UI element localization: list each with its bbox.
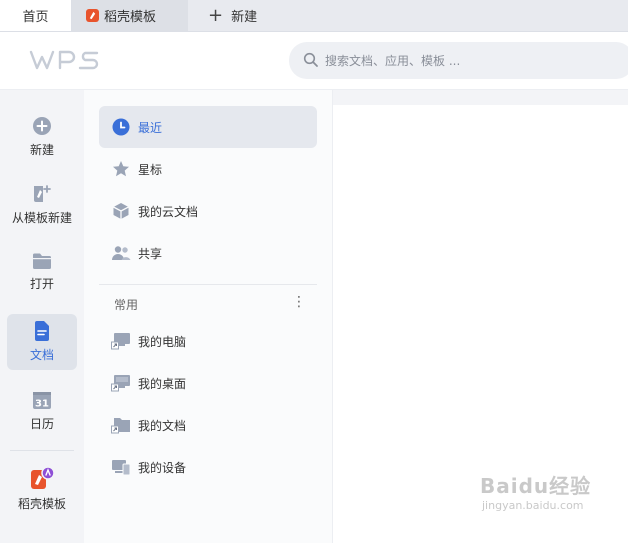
nav-item-my-devices[interactable]: 我的设备 <box>99 446 317 488</box>
template-new-icon <box>34 185 51 202</box>
wps-logo <box>29 49 101 75</box>
plus-circle-icon <box>33 117 51 135</box>
daoke-template-icon <box>31 466 55 489</box>
tab-home-label: 首页 <box>22 10 49 25</box>
cloud-box-icon <box>113 203 129 219</box>
nav-panel: 最近 星标 我的云文档 共享 常用 ⋮ 我的电脑 我的桌面 我的文档 我的设备 <box>84 90 333 543</box>
rail-open-label: 打开 <box>29 277 54 291</box>
nav-item-my-desktop-label: 我的桌面 <box>138 376 187 391</box>
daoke-icon <box>86 9 99 22</box>
rail-daoke-button[interactable]: 稻壳模板 <box>7 466 77 518</box>
nav-item-my-documents-label: 我的文档 <box>138 418 187 433</box>
tab-home[interactable]: 首页 <box>0 0 72 31</box>
tab-bar: 首页 稻壳模板 + 新建 <box>0 0 628 32</box>
computer-shortcut-icon <box>111 333 130 350</box>
nav-item-my-documents[interactable]: 我的文档 <box>99 404 317 446</box>
document-icon <box>35 321 49 341</box>
people-icon <box>112 246 131 260</box>
documents-folder-icon <box>111 418 130 434</box>
nav-item-recent-label: 最近 <box>138 120 163 135</box>
rail-new-from-template-button[interactable]: 从模板新建 <box>7 184 77 232</box>
calendar-day-number: 31 <box>35 399 49 410</box>
nav-item-recent[interactable]: 最近 <box>99 106 317 148</box>
rail-daoke-label: 稻壳模板 <box>17 497 66 511</box>
common-section-title: 常用 <box>114 298 139 312</box>
star-icon <box>113 161 129 177</box>
nav-divider <box>99 284 317 285</box>
rail-calendar-button[interactable]: 31 日历 <box>7 390 77 438</box>
wps-logo-mark <box>29 50 99 70</box>
nav-item-starred[interactable]: 星标 <box>99 148 317 190</box>
plus-icon: + <box>208 4 224 26</box>
new-tab-label: 新建 <box>231 10 258 25</box>
rail-new-button[interactable]: 新建 <box>7 116 77 164</box>
nav-item-cloud-docs[interactable]: 我的云文档 <box>99 190 317 232</box>
search-box[interactable] <box>289 42 628 79</box>
watermark-brand: Baidu经验 <box>480 474 592 498</box>
rail-open-button[interactable]: 打开 <box>7 252 77 300</box>
tab-daoke[interactable]: 稻壳模板 <box>72 0 188 31</box>
nav-item-my-devices-label: 我的设备 <box>138 460 187 475</box>
rail-calendar-label: 日历 <box>29 417 54 431</box>
new-tab-button[interactable]: + 新建 <box>196 0 276 31</box>
desktop-shortcut-icon <box>111 375 130 392</box>
rail-new-label: 新建 <box>29 143 54 157</box>
devices-icon <box>112 460 131 476</box>
left-rail: 新建 从模板新建 打开 文档 31 日历 稻壳模板 <box>0 90 84 543</box>
rail-divider <box>10 450 74 451</box>
rail-new-from-template-label: 从模板新建 <box>11 211 72 225</box>
rail-documents-button[interactable]: 文档 <box>7 314 77 370</box>
watermark-url: jingyan.baidu.com <box>482 499 584 512</box>
common-more-icon[interactable]: ⋮ <box>292 294 306 310</box>
rail-documents-label: 文档 <box>29 348 54 362</box>
search-input[interactable] <box>323 50 617 72</box>
header <box>0 32 628 90</box>
clock-icon <box>112 118 130 136</box>
nav-item-shared[interactable]: 共享 <box>99 232 317 274</box>
search-icon <box>303 52 318 67</box>
calendar-icon: 31 <box>33 392 51 410</box>
nav-item-cloud-docs-label: 我的云文档 <box>138 204 199 219</box>
nav-item-my-desktop[interactable]: 我的桌面 <box>99 362 317 404</box>
tab-daoke-label: 稻壳模板 <box>104 10 157 25</box>
nav-item-starred-label: 星标 <box>138 162 163 177</box>
folder-icon <box>33 253 51 269</box>
nav-item-my-computer-label: 我的电脑 <box>138 334 187 349</box>
baidu-watermark: Baidu经验 jingyan.baidu.com <box>480 470 591 512</box>
nav-item-shared-label: 共享 <box>138 246 163 261</box>
nav-item-my-computer[interactable]: 我的电脑 <box>99 320 317 362</box>
